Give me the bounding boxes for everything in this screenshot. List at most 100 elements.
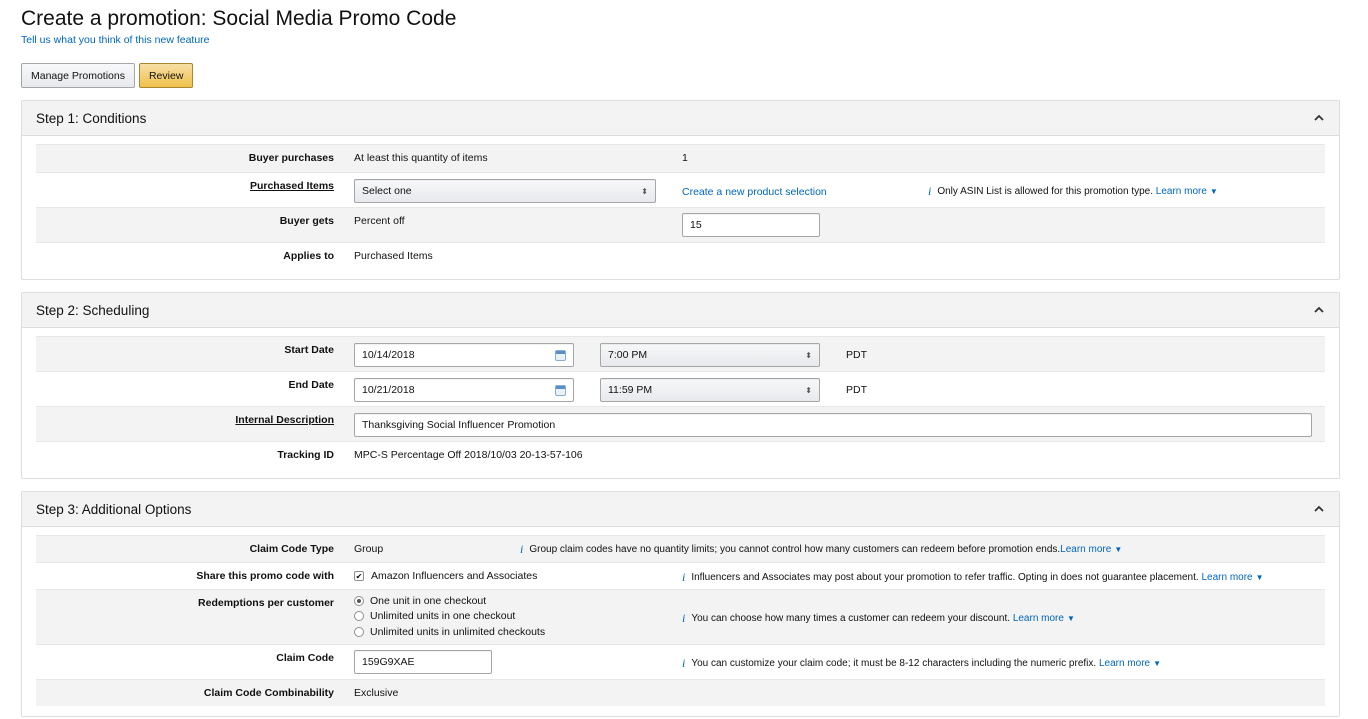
- info-icon: i: [682, 570, 686, 584]
- tracking-id-value: MPC-S Percentage Off 2018/10/03 20-13-57…: [354, 449, 583, 461]
- claim-code-note-text: You can customize your claim code; it mu…: [691, 658, 1097, 669]
- claim-code-type-label: Claim Code Type: [249, 543, 334, 555]
- buyer-gets-value: Percent off: [354, 215, 405, 227]
- redemption-option[interactable]: Unlimited units in unlimited checkouts: [354, 624, 545, 640]
- info-icon: i: [928, 184, 932, 198]
- applies-to-value: Purchased Items: [354, 250, 433, 262]
- share-checkbox-label[interactable]: Amazon Influencers and Associates: [371, 570, 537, 582]
- action-bar: Manage Promotions Review: [21, 63, 1340, 88]
- review-button[interactable]: Review: [138, 63, 194, 88]
- share-checkbox-group: ✔ Amazon Influencers and Associates: [354, 563, 537, 582]
- buyer-purchases-row: Buyer purchases At least this quantity o…: [36, 144, 1325, 172]
- select-arrows-icon: ⬍: [805, 350, 812, 360]
- start-date-value: 10/14/2018: [362, 349, 415, 361]
- applies-to-label: Applies to: [283, 250, 334, 262]
- combinability-value: Exclusive: [354, 687, 399, 699]
- caret-down-icon[interactable]: ▼: [1153, 659, 1161, 668]
- buyer-gets-label: Buyer gets: [279, 215, 334, 227]
- step3-header[interactable]: Step 3: Additional Options: [22, 492, 1339, 527]
- claim-code-type-note-text: Group claim codes have no quantity limit…: [529, 544, 1061, 555]
- step2-title: Step 2: Scheduling: [36, 302, 150, 318]
- claim-code-row: Claim Code 159G9XAE i You can customize …: [36, 644, 1325, 679]
- step1-body: Buyer purchases At least this quantity o…: [22, 136, 1339, 279]
- redemption-option[interactable]: One unit in one checkout: [354, 593, 545, 609]
- share-promo-row: Share this promo code with ✔ Amazon Infl…: [36, 562, 1325, 589]
- internal-description-input[interactable]: Thanksgiving Social Influencer Promotion: [354, 413, 1312, 437]
- purchased-items-select-value: Select one: [362, 185, 412, 197]
- asin-note: i Only ASIN List is allowed for this pro…: [928, 184, 1218, 199]
- step2-header[interactable]: Step 2: Scheduling: [22, 293, 1339, 328]
- redemptions-note-text: You can choose how many times a customer…: [691, 613, 1011, 624]
- claim-code-input[interactable]: 159G9XAE: [354, 650, 492, 674]
- buyer-gets-row: Buyer gets Percent off 15: [36, 207, 1325, 242]
- calendar-icon[interactable]: [555, 349, 566, 361]
- internal-description-label[interactable]: Internal Description: [36, 407, 346, 432]
- end-time-value: 11:59 PM: [608, 384, 653, 396]
- buyer-purchases-label: Buyer purchases: [248, 152, 334, 164]
- chevron-up-icon[interactable]: [1313, 112, 1325, 124]
- manage-promotions-button[interactable]: Manage Promotions: [21, 63, 135, 88]
- step1-section: Step 1: Conditions Buyer purchases At le…: [21, 100, 1340, 280]
- redemptions-note: i You can choose how many times a custom…: [682, 611, 1075, 626]
- asin-note-text: Only ASIN List is allowed for this promo…: [937, 186, 1153, 197]
- learn-more-link[interactable]: Learn more: [1013, 613, 1064, 624]
- learn-more-link[interactable]: Learn more: [1156, 186, 1207, 197]
- end-timezone: PDT: [846, 384, 867, 396]
- chevron-up-icon[interactable]: [1313, 304, 1325, 316]
- share-note-text: Influencers and Associates may post abou…: [691, 572, 1199, 583]
- end-date-row: End Date 10/21/2018 11:59 PM ⬍ PDT: [36, 371, 1325, 406]
- radio-selected[interactable]: [354, 595, 364, 606]
- claim-code-type-row: Claim Code Type Group i Group claim code…: [36, 535, 1325, 562]
- start-date-label: Start Date: [284, 344, 334, 356]
- page: Create a promotion: Social Media Promo C…: [0, 0, 1368, 717]
- start-time-select[interactable]: 7:00 PM ⬍: [600, 343, 820, 367]
- redemptions-label: Redemptions per customer: [198, 597, 334, 609]
- purchased-items-label[interactable]: Purchased Items: [36, 173, 346, 198]
- redemption-option-label: Unlimited units in one checkout: [370, 610, 516, 623]
- step3-body: Claim Code Type Group i Group claim code…: [22, 527, 1339, 716]
- redemption-option-label: Unlimited units in unlimited checkouts: [370, 625, 546, 638]
- caret-down-icon[interactable]: ▼: [1067, 614, 1075, 623]
- radio-unselected[interactable]: [354, 611, 364, 622]
- redemption-option[interactable]: Unlimited units in one checkout: [354, 609, 545, 625]
- step1-header[interactable]: Step 1: Conditions: [22, 101, 1339, 136]
- info-icon: i: [682, 656, 686, 670]
- start-date-row: Start Date 10/14/2018 7:00 PM ⬍ PDT: [36, 336, 1325, 371]
- step3-title: Step 3: Additional Options: [36, 501, 192, 517]
- applies-to-row: Applies to Purchased Items: [36, 242, 1325, 269]
- start-timezone: PDT: [846, 349, 867, 361]
- select-arrows-icon: ⬍: [641, 186, 648, 196]
- info-icon: i: [682, 611, 686, 625]
- buyer-purchases-value: At least this quantity of items: [354, 152, 488, 164]
- end-date-input[interactable]: 10/21/2018: [354, 378, 574, 402]
- end-time-select[interactable]: 11:59 PM ⬍: [600, 378, 820, 402]
- share-promo-label: Share this promo code with: [196, 570, 334, 582]
- tracking-id-row: Tracking ID MPC-S Percentage Off 2018/10…: [36, 441, 1325, 468]
- share-note: i Influencers and Associates may post ab…: [682, 570, 1264, 585]
- select-arrows-icon: ⬍: [805, 385, 812, 395]
- quantity-value: 1: [682, 152, 688, 164]
- learn-more-link[interactable]: Learn more: [1099, 658, 1150, 669]
- caret-down-icon[interactable]: ▼: [1210, 187, 1218, 196]
- step3-section: Step 3: Additional Options Claim Code Ty…: [21, 491, 1340, 717]
- learn-more-link[interactable]: Learn more: [1201, 572, 1252, 583]
- step2-section: Step 2: Scheduling Start Date 10/14/2018…: [21, 292, 1340, 479]
- create-product-selection-link[interactable]: Create a new product selection: [682, 186, 827, 198]
- purchased-items-select[interactable]: Select one ⬍: [354, 179, 656, 203]
- combinability-row: Claim Code Combinability Exclusive: [36, 679, 1325, 706]
- start-date-input[interactable]: 10/14/2018: [354, 343, 574, 367]
- caret-down-icon[interactable]: ▼: [1114, 545, 1122, 554]
- chevron-up-icon[interactable]: [1313, 503, 1325, 515]
- learn-more-link[interactable]: Learn more: [1060, 544, 1111, 555]
- start-time-value: 7:00 PM: [608, 349, 648, 361]
- page-title: Create a promotion: Social Media Promo C…: [21, 7, 457, 30]
- feedback-link[interactable]: Tell us what you think of this new featu…: [21, 34, 210, 46]
- redemptions-row: Redemptions per customer One unit in one…: [36, 589, 1325, 644]
- radio-unselected[interactable]: [354, 626, 364, 637]
- share-checkbox[interactable]: ✔: [354, 571, 364, 581]
- percent-off-input[interactable]: 15: [682, 213, 820, 237]
- caret-down-icon[interactable]: ▼: [1256, 573, 1264, 582]
- calendar-icon[interactable]: [555, 384, 566, 396]
- claim-code-label: Claim Code: [276, 652, 334, 664]
- info-icon: i: [520, 542, 524, 556]
